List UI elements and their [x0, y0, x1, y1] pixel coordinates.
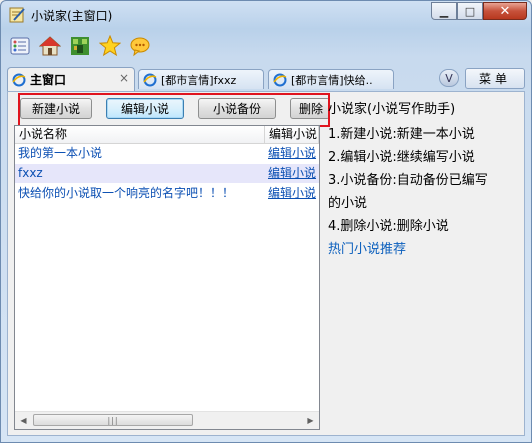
help-item: 2.编辑小说:继续编写小说: [328, 150, 475, 165]
close-icon: ✕: [499, 3, 511, 19]
minimize-icon: ▁: [439, 4, 449, 18]
window-title: 小说家(主窗口): [31, 9, 113, 23]
game-icon: [71, 37, 89, 55]
edit-novel-link[interactable]: 编辑小说: [268, 144, 316, 163]
scroll-thumb[interactable]: |||: [33, 414, 193, 426]
tab-main-window[interactable]: 主窗口 ×: [7, 67, 135, 91]
tab-label: 主窗口: [30, 73, 67, 87]
scroll-left-icon[interactable]: ◀: [15, 412, 32, 429]
list-item[interactable]: 快给你的小说取一个响亮的名字吧！！！ 编辑小说: [15, 184, 319, 203]
hot-novels-link[interactable]: 热门小说推荐: [328, 238, 406, 261]
chat-bubble-icon: [130, 37, 150, 57]
tab-novel-untitled[interactable]: [都市言情]快给..: [268, 69, 394, 89]
maximize-icon: □: [464, 4, 476, 18]
toolbar-button-home[interactable]: [37, 33, 63, 59]
home-icon: [39, 36, 61, 56]
ie-icon: [12, 73, 26, 86]
help-title: 小说家(小说写作助手): [328, 102, 456, 117]
star-icon: [99, 35, 121, 57]
main-panel: 新建小说 编辑小说 小说备份 删除 小说名称 编辑小说 我的第一本小说 编辑小说…: [7, 91, 525, 436]
highlight-box: [18, 93, 330, 127]
tab-novel-fxxz[interactable]: [都市言情]fxxz: [138, 69, 264, 89]
list-item-selected[interactable]: fxxz 编辑小说: [15, 164, 319, 183]
close-button[interactable]: ✕: [483, 2, 527, 20]
tab-label: [都市言情]快给..: [291, 73, 373, 87]
main-window: 小说家(主窗口) ▁ □ ✕ 主窗口 × [都市言情]fxxz [都市言情]快给…: [0, 0, 532, 443]
tab-bar: 主窗口 × [都市言情]fxxz [都市言情]快给.. V 菜单: [7, 67, 525, 91]
help-item: 1.新建小说:新建一本小说: [328, 127, 475, 142]
tab-label: [都市言情]fxxz: [161, 73, 237, 87]
column-header-edit[interactable]: 编辑小说: [265, 126, 319, 143]
column-header-name[interactable]: 小说名称: [15, 126, 265, 143]
help-item: 4.删除小说:删除小说: [328, 219, 449, 234]
novel-name: 我的第一本小说: [18, 146, 103, 160]
novel-list[interactable]: 小说名称 编辑小说 我的第一本小说 编辑小说 fxxz 编辑小说 快给你的小说取…: [14, 125, 320, 430]
tab-close-icon[interactable]: ×: [119, 71, 129, 85]
menu-button[interactable]: 菜单: [465, 68, 525, 89]
toolbar-button-list[interactable]: [7, 33, 33, 59]
novel-name: fxxz: [18, 166, 43, 180]
help-item: 3.小说备份:自动备份已编写: [328, 173, 488, 188]
app-icon: [9, 7, 25, 23]
help-item: 的小说: [328, 196, 368, 211]
toolbar-button-favorite[interactable]: [97, 33, 123, 59]
toolbar: [7, 33, 153, 65]
scroll-right-icon[interactable]: ▶: [302, 412, 319, 429]
novel-name: 快给你的小说取一个响亮的名字吧！！！: [18, 186, 235, 200]
edit-novel-link[interactable]: 编辑小说: [268, 184, 316, 203]
list-item[interactable]: 我的第一本小说 编辑小说: [15, 144, 319, 163]
minimize-button[interactable]: ▁: [431, 2, 457, 20]
list-header: 小说名称 编辑小说: [15, 126, 319, 144]
ie-icon: [143, 73, 157, 86]
tab-list-button[interactable]: V: [439, 69, 459, 87]
title-bar[interactable]: 小说家(主窗口) ▁ □ ✕: [1, 1, 531, 29]
horizontal-scrollbar[interactable]: ◀ ||| ▶: [15, 411, 319, 429]
list-icon: [10, 37, 30, 55]
ie-icon: [273, 73, 287, 86]
maximize-button[interactable]: □: [457, 2, 483, 20]
toolbar-button-chat[interactable]: [127, 33, 153, 59]
toolbar-button-game[interactable]: [67, 33, 93, 59]
edit-novel-link[interactable]: 编辑小说: [268, 164, 316, 183]
